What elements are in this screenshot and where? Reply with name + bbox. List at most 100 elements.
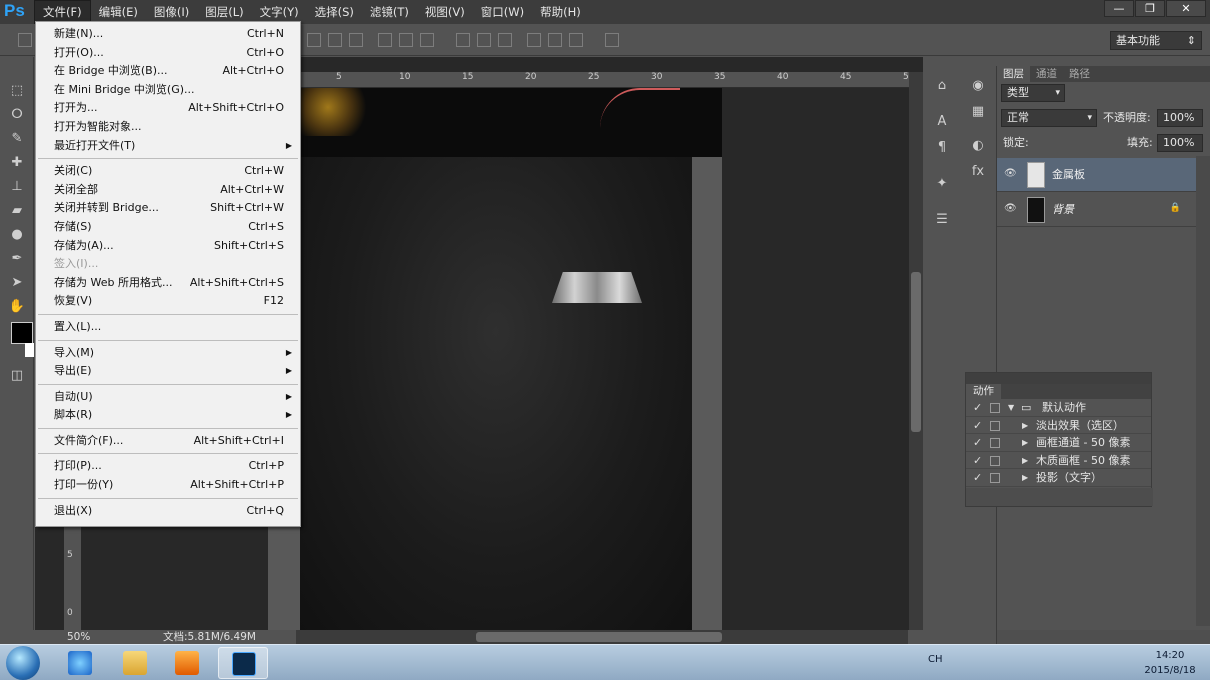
file-menu-item[interactable]: 关闭并转到 Bridge... Shift+Ctrl+W bbox=[36, 199, 300, 218]
quick-mask-icon[interactable]: ◫ bbox=[8, 367, 26, 385]
file-menu-item[interactable]: 在 Bridge 中浏览(B)... Alt+Ctrl+O bbox=[36, 62, 300, 81]
layers-scrollbar[interactable] bbox=[1196, 156, 1210, 626]
zoom-level[interactable]: 50% bbox=[67, 630, 90, 644]
marquee-tool-icon[interactable]: ⬚ bbox=[8, 82, 26, 100]
distribute-left-icon[interactable] bbox=[527, 33, 541, 47]
file-menu-item[interactable]: 退出(X) Ctrl+Q bbox=[36, 502, 300, 521]
paragraph-icon[interactable]: ¶ bbox=[932, 138, 952, 158]
menu-8[interactable]: 窗口(W) bbox=[473, 0, 532, 24]
chevron-right-icon[interactable]: ▶ bbox=[1022, 452, 1028, 470]
system-clock[interactable]: 14:20 2015/8/18 bbox=[1140, 648, 1200, 678]
distribute-right-icon[interactable] bbox=[569, 33, 583, 47]
close-button[interactable]: ✕ bbox=[1166, 0, 1206, 17]
vertical-scroll-thumb[interactable] bbox=[911, 272, 921, 432]
healing-tool-icon[interactable]: ✚ bbox=[8, 154, 26, 172]
align-bottom-icon[interactable] bbox=[349, 33, 363, 47]
taskbar-photoshop[interactable] bbox=[218, 647, 268, 679]
background-color-swatch[interactable] bbox=[25, 343, 34, 357]
action-set-row[interactable]: ✓ ▼ ▭ 默认动作 bbox=[966, 399, 1151, 417]
check-icon[interactable]: ✓ bbox=[973, 399, 982, 417]
foreground-color-swatch[interactable] bbox=[11, 322, 33, 344]
lasso-tool-icon[interactable]: ⵔ bbox=[8, 106, 26, 124]
swatches-icon[interactable]: ▦ bbox=[968, 102, 988, 122]
file-menu-item[interactable]: 存储(S) Ctrl+S bbox=[36, 218, 300, 237]
document-canvas[interactable] bbox=[300, 88, 692, 630]
file-menu-item[interactable]: 最近打开文件(T) ▶ bbox=[36, 137, 300, 156]
horizontal-scrollbar[interactable] bbox=[296, 630, 908, 644]
eraser-tool-icon[interactable]: ▰ bbox=[8, 202, 26, 220]
file-menu-item[interactable]: 打开为智能对象... bbox=[36, 118, 300, 137]
action-row[interactable]: ✓ ▶ 投影（文字） bbox=[966, 469, 1151, 487]
history-icon[interactable]: ⌂ bbox=[932, 76, 952, 96]
horizontal-scroll-thumb[interactable] bbox=[476, 632, 722, 642]
file-menu-item[interactable]: 恢复(V) F12 bbox=[36, 292, 300, 311]
menu-9[interactable]: 帮助(H) bbox=[532, 0, 589, 24]
minimize-button[interactable]: — bbox=[1104, 0, 1134, 17]
distribute-top-icon[interactable] bbox=[456, 33, 470, 47]
align-hcenter-icon[interactable] bbox=[399, 33, 413, 47]
adjust-icon[interactable]: ☰ bbox=[932, 210, 952, 230]
taskbar-explorer[interactable] bbox=[110, 647, 160, 679]
path-select-tool-icon[interactable]: ➤ bbox=[8, 274, 26, 292]
action-row[interactable]: ✓ ▶ 画框通道 - 50 像素 bbox=[966, 434, 1151, 452]
opacity-input[interactable]: 100% bbox=[1157, 109, 1203, 127]
actions-panel-grip[interactable] bbox=[966, 373, 1151, 384]
tab-1[interactable]: 通道 bbox=[1030, 66, 1063, 82]
menu-7[interactable]: 视图(V) bbox=[417, 0, 473, 24]
align-vcenter-icon[interactable] bbox=[328, 33, 342, 47]
start-button[interactable] bbox=[6, 646, 40, 680]
stamp-tool-icon[interactable]: ⊥ bbox=[8, 178, 26, 196]
eye-icon[interactable]: 👁 bbox=[1004, 168, 1017, 180]
chevron-right-icon[interactable]: ▶ bbox=[1022, 434, 1028, 452]
fill-input[interactable]: 100% bbox=[1157, 134, 1203, 152]
distribute-vcenter-icon[interactable] bbox=[477, 33, 491, 47]
file-menu-item[interactable]: 自动(U) ▶ bbox=[36, 388, 300, 407]
blur-tool-icon[interactable]: ● bbox=[8, 226, 26, 244]
file-menu-item[interactable]: 打开为... Alt+Shift+Ctrl+O bbox=[36, 99, 300, 118]
menu-5[interactable]: 选择(S) bbox=[307, 0, 362, 24]
dialog-toggle-box[interactable] bbox=[990, 438, 1000, 448]
dialog-toggle-box[interactable] bbox=[990, 403, 1000, 413]
quick-select-tool-icon[interactable]: ✎ bbox=[8, 130, 26, 148]
brush-presets-icon[interactable]: ✦ bbox=[932, 174, 952, 194]
align-right-icon[interactable] bbox=[420, 33, 434, 47]
file-menu-item[interactable]: 脚本(R) ▶ bbox=[36, 406, 300, 425]
color-icon[interactable]: ◉ bbox=[968, 76, 988, 96]
dialog-toggle-box[interactable] bbox=[990, 420, 1000, 431]
file-menu-item[interactable]: 存储为(A)... Shift+Ctrl+S bbox=[36, 237, 300, 256]
file-menu-item[interactable]: 文件简介(F)... Alt+Shift+Ctrl+I bbox=[36, 432, 300, 451]
hand-tool-icon[interactable]: ✋ bbox=[8, 298, 26, 316]
file-menu-item[interactable]: 存储为 Web 所用格式... Alt+Shift+Ctrl+S bbox=[36, 274, 300, 293]
taskbar-media[interactable] bbox=[162, 647, 212, 679]
eye-icon[interactable]: 👁 bbox=[1004, 203, 1017, 215]
chevron-right-icon[interactable]: ▶ bbox=[1022, 417, 1028, 435]
chevron-right-icon[interactable]: ▶ bbox=[1022, 469, 1028, 487]
adjustments-icon[interactable]: ◐ bbox=[968, 136, 988, 156]
layer-filter-select[interactable]: 类型 ▾ bbox=[1001, 84, 1065, 102]
taskbar-ie[interactable] bbox=[55, 647, 105, 679]
restore-button[interactable]: ❐ bbox=[1135, 0, 1165, 17]
menu-6[interactable]: 滤镜(T) bbox=[362, 0, 417, 24]
file-menu-item[interactable]: 关闭全部 Alt+Ctrl+W bbox=[36, 181, 300, 200]
file-menu-item[interactable]: 打开(O)... Ctrl+O bbox=[36, 44, 300, 63]
vertical-scrollbar[interactable] bbox=[909, 72, 923, 630]
layer-row[interactable]: 👁 背景 🔒 bbox=[997, 193, 1197, 227]
tab-0[interactable]: 图层 bbox=[997, 66, 1030, 82]
file-menu-item[interactable]: 置入(L)... bbox=[36, 318, 300, 337]
metal-plate-shape[interactable] bbox=[552, 272, 642, 303]
dialog-toggle-box[interactable] bbox=[990, 473, 1000, 483]
align-left-icon[interactable] bbox=[378, 33, 392, 47]
chevron-down-icon[interactable]: ▼ bbox=[1008, 399, 1014, 417]
workspace-select[interactable]: 基本功能 ⇕ bbox=[1110, 31, 1202, 50]
file-menu-item[interactable]: 导出(E) ▶ bbox=[36, 362, 300, 381]
styles-icon[interactable]: fx bbox=[968, 162, 988, 182]
file-menu-item[interactable]: 打印(P)... Ctrl+P bbox=[36, 457, 300, 476]
check-icon[interactable]: ✓ bbox=[973, 469, 982, 487]
action-row[interactable]: ✓ ▶ 淡出效果（选区） bbox=[966, 417, 1151, 435]
tab-actions[interactable]: 动作 bbox=[966, 384, 1001, 399]
character-icon[interactable]: A bbox=[932, 112, 952, 132]
file-menu-item[interactable]: 关闭(C) Ctrl+W bbox=[36, 162, 300, 181]
file-menu-item[interactable]: 在 Mini Bridge 中浏览(G)... bbox=[36, 81, 300, 100]
check-icon[interactable]: ✓ bbox=[973, 452, 982, 470]
check-icon[interactable]: ✓ bbox=[973, 417, 982, 435]
